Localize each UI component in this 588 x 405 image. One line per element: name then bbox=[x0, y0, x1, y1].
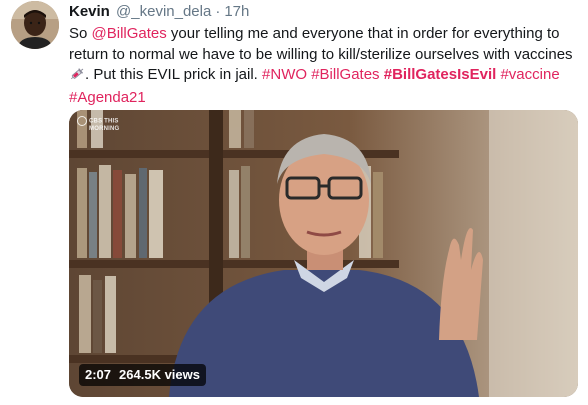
hashtag-agenda21[interactable]: #Agenda21 bbox=[69, 89, 146, 106]
watermark: CBS THIS MORNING bbox=[77, 116, 119, 132]
tweet-text: So @BillGates your telling me and everyo… bbox=[69, 24, 579, 108]
video-duration: 2:07 bbox=[85, 367, 112, 382]
tweet-header: Kevin @_kevin_dela · 17h bbox=[69, 2, 249, 22]
watermark-line2: MORNING bbox=[89, 126, 120, 132]
mention-link[interactable]: @BillGates bbox=[92, 25, 167, 42]
tweet-time[interactable]: 17h bbox=[224, 3, 249, 20]
hashtag-billgates[interactable]: #BillGates bbox=[311, 66, 379, 83]
separator-dot: · bbox=[215, 3, 221, 20]
author-name[interactable]: Kevin bbox=[69, 3, 110, 20]
video-player[interactable]: CBS THIS MORNING 2:07 264.5K views bbox=[69, 110, 578, 397]
text-part: So bbox=[69, 25, 92, 42]
hashtag-billgatesisevil[interactable]: #BillGatesIsEvil bbox=[384, 66, 497, 83]
tweet: Kevin @_kevin_dela · 17h So @BillGates you… bbox=[0, 0, 588, 405]
hashtag-vaccine[interactable]: #vaccine bbox=[500, 66, 559, 83]
text-part: . Put this EVIL prick in jail. bbox=[85, 66, 263, 83]
syringe-icon bbox=[69, 67, 85, 88]
cbs-eye-icon bbox=[77, 116, 87, 126]
author-handle[interactable]: @_kevin_dela bbox=[116, 3, 211, 20]
hashtag-nwo[interactable]: #NWO bbox=[262, 66, 307, 83]
video-frame bbox=[69, 110, 578, 397]
avatar[interactable] bbox=[11, 1, 59, 49]
watermark-line1: CBS THIS bbox=[89, 118, 119, 125]
video-views: 264.5K views bbox=[119, 367, 200, 382]
video-stats-badge: 2:07 264.5K views bbox=[79, 364, 206, 386]
